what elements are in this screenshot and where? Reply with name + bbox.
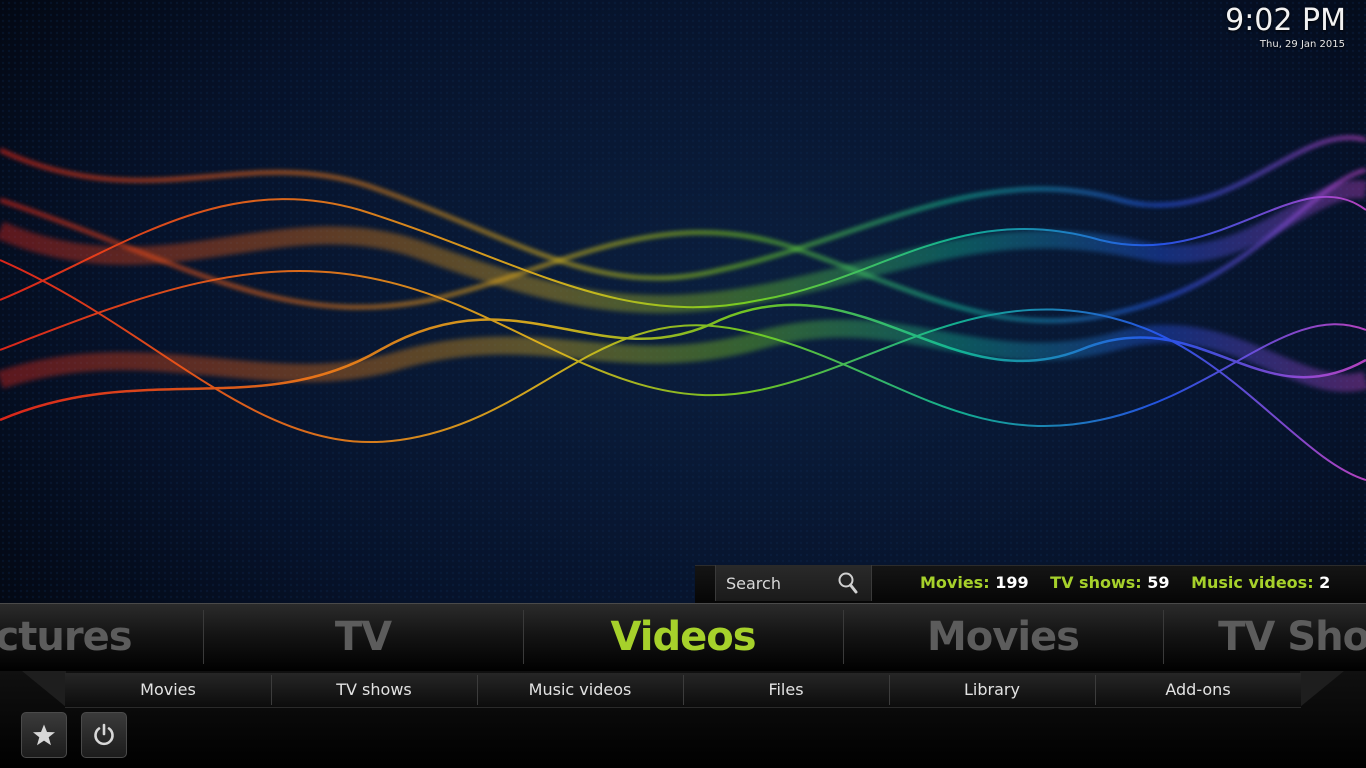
submenu-wing-right (1300, 671, 1344, 707)
favourites-button[interactable] (21, 712, 67, 758)
submenu-item-library[interactable]: Library (889, 673, 1095, 707)
search-label: Search (726, 574, 781, 593)
stat-tv-shows-value: 59 (1147, 573, 1170, 592)
library-stats: Movies: 199 TV shows: 59 Music videos: 2 (920, 573, 1346, 592)
power-button[interactable] (81, 712, 127, 758)
stat-music-videos-label: Music videos: (1191, 573, 1314, 592)
main-menu-item-videos[interactable]: Videos (523, 604, 843, 672)
clock-date: Thu, 29 Jan 2015 (1259, 39, 1345, 50)
submenu-item-music-videos[interactable]: Music videos (477, 673, 683, 707)
clock-time: 9:02 PM (1225, 3, 1346, 38)
power-icon (94, 723, 114, 746)
submenu-wing-left (22, 671, 66, 707)
submenu-item-files[interactable]: Files (683, 673, 889, 707)
main-menu-item-movies[interactable]: Movies (843, 604, 1163, 672)
stat-movies-value: 199 (995, 573, 1029, 592)
stat-movies: Movies: 199 (920, 573, 1034, 592)
submenu-item-add-ons[interactable]: Add-ons (1095, 673, 1301, 707)
main-menu-item-tv-shows[interactable]: TV Shows (1163, 604, 1366, 672)
main-menu-item-tv[interactable]: TV (203, 604, 523, 672)
main-menu-item-pictures[interactable]: Pictures (0, 604, 203, 672)
submenu: Movies TV shows Music videos Files Libra… (65, 673, 1301, 708)
stat-tv-shows-label: TV shows: (1050, 573, 1142, 592)
submenu-item-tv-shows[interactable]: TV shows (271, 673, 477, 707)
stat-movies-label: Movies: (920, 573, 990, 592)
search-button[interactable]: Search (715, 565, 872, 601)
search-icon (838, 572, 858, 594)
stat-music-videos: Music videos: 2 (1191, 573, 1330, 592)
star-icon (33, 724, 55, 746)
main-menu: Pictures TV Videos Movies TV Shows (0, 603, 1366, 673)
submenu-item-movies[interactable]: Movies (65, 673, 271, 707)
stat-tv-shows: TV shows: 59 (1050, 573, 1175, 592)
stat-music-videos-value: 2 (1319, 573, 1331, 592)
